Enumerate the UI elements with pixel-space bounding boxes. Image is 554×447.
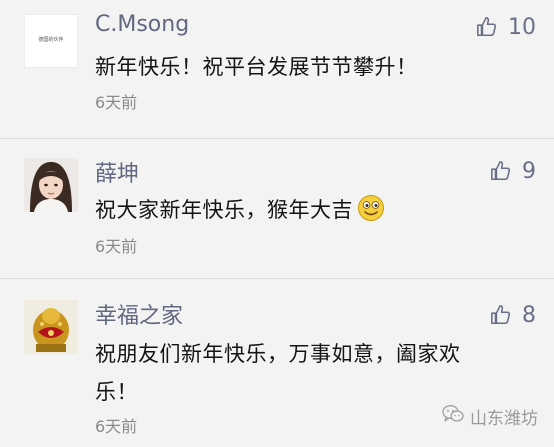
comment-text-line: 祝朋友们新年快乐，万事如意，阖家欢 bbox=[95, 342, 461, 366]
comment-username[interactable]: 幸福之家 bbox=[95, 298, 183, 330]
avatar[interactable] bbox=[24, 158, 78, 212]
watermark-text: 山东潍坊 bbox=[470, 409, 538, 429]
comment-username[interactable]: C.Msong bbox=[95, 12, 189, 37]
like-button[interactable]: 10 bbox=[476, 12, 536, 42]
thumbs-up-icon bbox=[476, 16, 498, 38]
comment-text: 祝朋友们新年快乐，万事如意，阖家欢 乐！ bbox=[95, 335, 535, 411]
like-button[interactable]: 9 bbox=[490, 156, 536, 186]
wechat-icon bbox=[442, 404, 464, 429]
comment-username[interactable]: 薛坤 bbox=[95, 156, 139, 188]
comment-time: 6天前 bbox=[95, 93, 138, 112]
comment-item: 德国的伙伴 C.Msong 10 新年快乐！祝平台发展节节攀升！ 6天前 bbox=[0, 0, 554, 138]
like-count: 9 bbox=[522, 158, 536, 184]
comment-time: 6天前 bbox=[95, 237, 138, 256]
avatar[interactable] bbox=[24, 300, 78, 354]
thumbs-up-icon bbox=[490, 304, 512, 326]
like-count: 10 bbox=[508, 14, 536, 40]
comment-list-page: 德国的伙伴 C.Msong 10 新年快乐！祝平台发展节节攀升！ 6天前 薛坤 … bbox=[0, 0, 554, 447]
comment-text: 新年快乐！祝平台发展节节攀升！ bbox=[95, 55, 418, 79]
avatar-golden-statue bbox=[24, 300, 78, 354]
avatar[interactable]: 德国的伙伴 bbox=[24, 14, 78, 68]
comment-text-content: 祝大家新年快乐，猴年大吉 bbox=[95, 198, 353, 222]
avatar-portrait bbox=[24, 158, 78, 212]
thumbs-up-icon bbox=[490, 160, 512, 182]
comment-text: 祝大家新年快乐，猴年大吉 bbox=[95, 191, 535, 234]
comment-item: 薛坤 9 祝大家新年快乐，猴年大吉 6天前 bbox=[0, 139, 554, 278]
smiley-emoji-icon bbox=[357, 194, 385, 234]
like-button[interactable]: 8 bbox=[490, 300, 536, 330]
watermark: 山东潍坊 bbox=[442, 404, 538, 429]
like-count: 8 bbox=[522, 302, 536, 328]
comment-time: 6天前 bbox=[95, 417, 138, 436]
avatar-caption: 德国的伙伴 bbox=[38, 37, 64, 43]
